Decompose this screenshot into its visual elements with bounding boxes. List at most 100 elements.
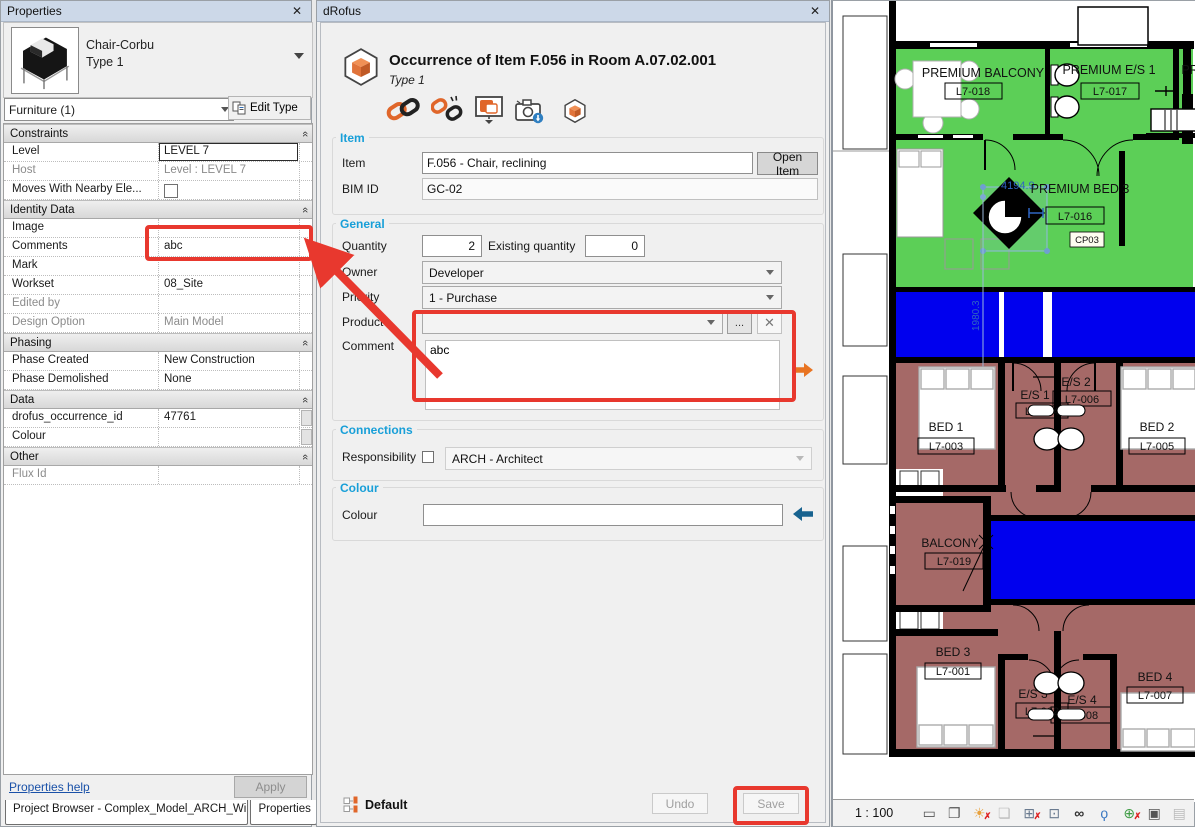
- room-label: BED 4: [1138, 670, 1173, 684]
- sun-path-icon[interactable]: ☀✗: [971, 806, 987, 820]
- type-name: Type 1: [86, 54, 154, 71]
- occurrence-icon: [342, 48, 380, 86]
- responsibility-select[interactable]: ARCH - Architect: [445, 447, 812, 470]
- worksharing-display-icon[interactable]: ⊕✗: [1121, 806, 1137, 820]
- apply-button[interactable]: Apply: [234, 776, 307, 798]
- existing-quantity-field[interactable]: [585, 235, 645, 257]
- mark-value[interactable]: [159, 257, 299, 275]
- item-field[interactable]: [422, 152, 753, 174]
- drofus-title: dRofus: [323, 4, 807, 18]
- phase-demolished-value[interactable]: None: [159, 371, 299, 389]
- existing-quantity-label: Existing quantity: [488, 239, 575, 253]
- bim-id-field[interactable]: [422, 178, 818, 200]
- section-header[interactable]: Constraints«: [4, 124, 312, 143]
- edit-type-button[interactable]: Edit Type: [228, 96, 311, 120]
- colour-value[interactable]: [159, 428, 299, 446]
- detail-level-icon[interactable]: ▭: [921, 806, 937, 820]
- default-config-label[interactable]: Default: [365, 798, 407, 812]
- moves-with-nearby-checkbox[interactable]: [164, 184, 178, 198]
- category-filter-select[interactable]: Furniture (1): [4, 98, 234, 121]
- undo-button[interactable]: Undo: [652, 793, 708, 814]
- temporary-hide-isolate-icon[interactable]: ∞: [1071, 806, 1087, 820]
- edited-by-value: [159, 295, 299, 313]
- save-button[interactable]: Save: [743, 793, 799, 814]
- quantity-field[interactable]: [422, 235, 482, 257]
- room-tag: L7-007: [1138, 690, 1172, 702]
- owner-label: Owner: [342, 265, 377, 279]
- room-tag: L7-005: [1140, 441, 1174, 453]
- tab-project-browser[interactable]: Project Browser - Complex_Model_ARCH_Wi.…: [5, 800, 248, 825]
- collapse-icon[interactable]: «: [299, 130, 311, 136]
- send-to-revit-icon[interactable]: [473, 95, 505, 125]
- responsibility-label: Responsibility: [342, 450, 416, 464]
- general-section-title: General: [336, 217, 389, 231]
- section-header[interactable]: Data«: [4, 390, 312, 409]
- priority-select[interactable]: 1 - Purchase: [422, 286, 782, 309]
- link-icon[interactable]: [386, 96, 420, 123]
- workset-value[interactable]: 08_Site: [159, 276, 299, 294]
- view-scale[interactable]: 1 : 100: [855, 806, 893, 820]
- occurrence-subtitle: Type 1: [389, 73, 425, 87]
- phase-created-value[interactable]: New Construction: [159, 352, 299, 370]
- room-tag: L7-006: [1065, 394, 1099, 406]
- type-selector[interactable]: Chair-Corbu Type 1: [3, 22, 313, 98]
- properties-titlebar[interactable]: Properties ✕: [1, 1, 311, 22]
- properties-help-link[interactable]: Properties help: [9, 780, 90, 794]
- product-select[interactable]: [422, 311, 723, 334]
- floor-plan-view[interactable]: 4194.9 1980.3 PREMIUM BALCONY L7-018 PRE…: [831, 0, 1195, 827]
- image-value[interactable]: [159, 219, 299, 237]
- close-icon[interactable]: ✕: [289, 4, 305, 18]
- unlink-icon[interactable]: [431, 95, 463, 123]
- shadows-icon[interactable]: ❏: [996, 806, 1012, 820]
- open-item-db-icon[interactable]: [563, 99, 587, 123]
- property-row-moves-with-nearby: Moves With Nearby Ele...: [4, 181, 312, 200]
- show-crop-region-icon[interactable]: ⊡: [1046, 806, 1062, 820]
- drofus-occurrence-id-value[interactable]: 47761: [159, 409, 299, 427]
- bim-id-label: BIM ID: [342, 182, 379, 196]
- priority-value: 1 - Purchase: [429, 291, 497, 305]
- reveal-hidden-elements-icon[interactable]: ϙ: [1096, 806, 1112, 820]
- host-value: Level : LEVEL 7: [159, 162, 299, 180]
- property-row-host: HostLevel : LEVEL 7: [4, 162, 312, 181]
- comments-value[interactable]: abc: [159, 238, 299, 256]
- product-browse-button[interactable]: ...: [727, 311, 752, 334]
- analytical-model-icon[interactable]: ▤: [1171, 806, 1187, 820]
- visual-style-icon[interactable]: ❐: [946, 806, 962, 820]
- room-label: BED 2: [1140, 420, 1175, 434]
- drofus-titlebar[interactable]: dRofus ✕: [317, 1, 829, 22]
- type-preview-image: [11, 27, 79, 94]
- tab-properties[interactable]: Properties: [250, 800, 317, 825]
- section-header[interactable]: Phasing«: [4, 333, 312, 352]
- capture-image-icon[interactable]: [514, 98, 546, 124]
- collapse-icon[interactable]: «: [299, 396, 311, 402]
- section-header[interactable]: Identity Data«: [4, 200, 312, 219]
- collapse-icon[interactable]: «: [299, 453, 311, 459]
- associate-parameter-button[interactable]: [301, 429, 312, 445]
- room-tag: L7-019: [937, 556, 971, 568]
- collapse-icon[interactable]: «: [299, 206, 311, 212]
- section-header[interactable]: Other«: [4, 447, 312, 466]
- floor-plan-drawing[interactable]: 4194.9 1980.3 PREMIUM BALCONY L7-018 PRE…: [833, 1, 1195, 802]
- temporary-view-properties-icon[interactable]: ▣: [1146, 806, 1162, 820]
- type-selector-dropdown-icon[interactable]: [294, 53, 304, 59]
- comment-textarea[interactable]: abc: [425, 340, 780, 410]
- crop-view-icon[interactable]: ⊞✗: [1021, 806, 1037, 820]
- level-value[interactable]: LEVEL 7: [159, 143, 298, 161]
- room-label: PR: [1181, 63, 1195, 77]
- colour-field[interactable]: [423, 504, 783, 526]
- item-label: Item: [342, 156, 365, 170]
- product-label: Product: [342, 315, 383, 329]
- open-item-button[interactable]: Open Item: [757, 152, 818, 175]
- design-option-value: Main Model: [159, 314, 299, 332]
- property-grid: Constraints« LevelLEVEL 7 HostLevel : LE…: [3, 123, 313, 775]
- responsibility-checkbox[interactable]: [422, 451, 434, 463]
- owner-select[interactable]: Developer: [422, 261, 782, 284]
- room-label: E/S 2: [1061, 375, 1091, 389]
- room-label: PREMIUM E/S 1: [1062, 63, 1155, 77]
- product-clear-button[interactable]: ✕: [757, 311, 782, 334]
- close-icon[interactable]: ✕: [807, 4, 823, 18]
- revit-window: Properties ✕ Chair-Corbu Type 1: [0, 0, 1195, 827]
- associate-parameter-button[interactable]: [301, 410, 312, 426]
- property-row-phase-demolished: Phase DemolishedNone: [4, 371, 312, 390]
- collapse-icon[interactable]: «: [299, 339, 311, 345]
